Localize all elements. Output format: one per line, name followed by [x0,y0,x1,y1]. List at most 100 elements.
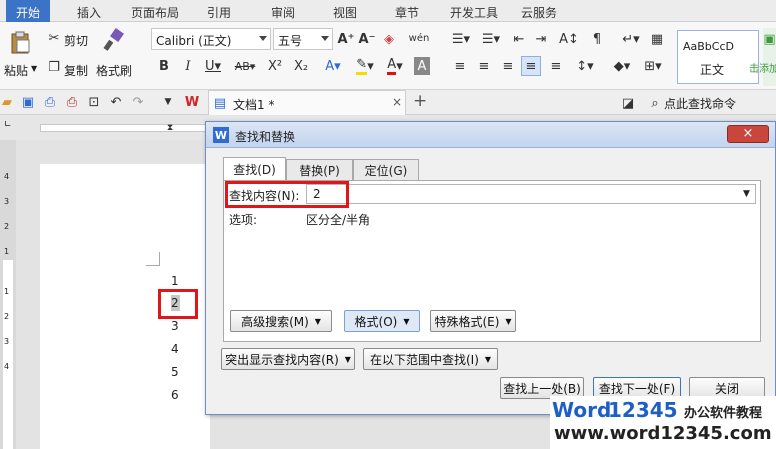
search-icon[interactable]: ⌕ [647,95,663,111]
paste-icon[interactable] [6,30,34,54]
grow-font-icon[interactable]: A⁺ [337,30,355,48]
line-spacing-top-icon[interactable]: ↵▾ [618,30,644,48]
align-right-icon[interactable]: ≡ [499,57,517,75]
shrink-font-icon[interactable]: A⁻ [358,30,376,48]
distribute-icon[interactable]: ≡ [547,57,565,75]
new-tab-button[interactable]: + [413,91,427,111]
dialog-titlebar[interactable]: W 查找和替换 × [206,122,775,148]
special-format-button[interactable]: 特殊格式(E) ▼ [430,310,516,332]
align-left-icon[interactable]: ≡ [451,57,469,75]
page-line[interactable]: 5 [171,365,179,379]
paste-dropdown-icon[interactable]: ▼ [31,64,37,73]
align-center-icon[interactable]: ≡ [475,57,493,75]
format-button[interactable]: 格式(O) ▼ [344,310,420,332]
find-history-dropdown-icon[interactable]: ▼ [743,189,750,199]
show-marks-icon[interactable]: ¶ [588,30,606,48]
tab-home[interactable]: 开始 [6,0,51,22]
tab-cloud[interactable]: 云服务 [521,4,557,21]
vertical-ruler[interactable]: 4 3 2 1 1 2 3 4 [0,140,16,449]
indent-marker-icon[interactable]: ⧗ [165,119,175,137]
redo-icon[interactable]: ↷ [130,94,146,110]
subscript-icon[interactable]: X₂ [292,57,310,75]
format-painter-button[interactable]: 格式刷 [96,62,132,79]
cut-button[interactable]: 剪切 [64,32,88,49]
page-line[interactable]: 6 [171,388,179,402]
italic-icon[interactable]: I [180,57,196,75]
numbering-icon[interactable]: ☰▾ [478,30,504,48]
tab-references[interactable]: 引用 [207,4,231,21]
options-value: 区分全/半角 [306,213,371,227]
new-style-panel[interactable]: ▣ 击添加 [749,28,776,86]
tab-insert[interactable]: 插入 [77,4,101,21]
justify-icon[interactable]: ≡ [521,56,541,76]
highlight-matches-button[interactable]: 突出显示查找内容(R) ▼ [221,348,355,370]
borders-icon[interactable]: ⊞▾ [640,57,666,75]
bullets-icon[interactable]: ☰▾ [448,30,474,48]
char-shading-icon[interactable]: A [414,57,430,75]
page-line[interactable]: 1 [171,274,179,288]
table-icon[interactable]: ▦ [648,30,666,48]
print-preview-icon[interactable]: ⊡ [86,94,102,110]
ribbon-tabbar: 开始 插入 页面布局 引用 审阅 视图 章节 开发工具 云服务 [0,0,776,22]
find-input[interactable]: 2 ▼ [306,184,756,204]
font-color-icon[interactable]: A ▾ [382,57,408,75]
paste-button[interactable]: 粘贴 [4,62,28,79]
format-label: 格式(O) [354,314,398,329]
wps-logo-icon[interactable]: W [182,93,202,111]
tab-developer[interactable]: 开发工具 [450,4,498,21]
underline-icon[interactable]: U▾ [202,57,224,75]
find-in-button[interactable]: 在以下范围中查找(I) ▼ [363,348,498,370]
tab-find[interactable]: 查找(D) [223,157,286,181]
command-search[interactable]: 点此查找命令 [664,95,736,112]
decrease-indent-icon[interactable]: ⇤ [510,30,528,48]
text-effect-icon[interactable]: A▾ [320,57,346,75]
page-line[interactable]: 3 [171,319,179,333]
vruler-number: 2 [4,312,10,321]
document-tab[interactable]: ▤ 文档1 * × [208,90,406,115]
scissors-icon[interactable]: ✂ [46,30,62,46]
pin-icon[interactable]: ◪ [620,95,636,111]
shading-icon[interactable]: ◆▾ [608,57,636,75]
highlight-matches-label: 突出显示查找内容(R) [225,352,339,367]
strikethrough-icon[interactable]: AB▾ [232,57,258,75]
export-pdf-icon[interactable]: ⎙ [42,94,58,110]
highlight-color-icon[interactable]: ✎ ▾ [352,57,378,75]
font-size-select[interactable]: 五号 [273,28,333,50]
copy-icon[interactable]: ❐ [46,59,62,75]
tab-replace[interactable]: 替换(P) [286,159,353,181]
watermark-brand-word: Word [552,398,612,422]
save-icon[interactable]: ▣ [20,94,36,110]
line-spacing-icon[interactable]: ↕▾ [572,57,598,75]
document-tabbar: ▰ ▣ ⎙ ⎙ ⊡ ↶ ↷ ▼ W ▤ 文档1 * × + ◪ ⌕ 点此查找命令 [0,90,776,115]
sort-icon[interactable]: A↕ [556,30,582,48]
style-name: 正文 [700,63,725,77]
advanced-search-button[interactable]: 高级搜索(M) ▼ [230,310,332,332]
bold-icon[interactable]: B [156,57,172,75]
tab-goto[interactable]: 定位(G) [353,159,419,181]
document-tab-close[interactable]: × [392,95,402,109]
copy-button[interactable]: 复制 [64,62,88,79]
clear-format-icon[interactable]: ◈ [380,30,398,48]
format-painter-icon[interactable] [100,28,128,52]
vruler-number: 4 [4,172,10,181]
ruler-track [40,124,210,132]
tab-chapter[interactable]: 章节 [395,4,419,21]
tab-stop-icon[interactable]: ∟ [4,120,12,130]
font-name-select[interactable]: Calibri (正文) [151,28,271,50]
vruler-number: 1 [4,287,10,296]
increase-indent-icon[interactable]: ⇥ [532,30,550,48]
phonetic-icon[interactable]: wén [406,28,432,48]
superscript-icon[interactable]: X² [266,57,284,75]
undo-icon[interactable]: ↶ [108,94,124,110]
dialog-close-button[interactable]: × [727,125,769,143]
special-format-arrow-icon: ▼ [505,316,512,326]
document-tab-title: 文档1 * [233,98,275,112]
style-gallery-normal[interactable]: AaBbCcD 正文 [677,30,759,84]
open-folder-icon[interactable]: ▰ [0,94,14,110]
print-icon[interactable]: ⎙ [64,94,80,110]
tab-review[interactable]: 审阅 [271,4,295,21]
page-line[interactable]: 4 [171,342,179,356]
tab-view[interactable]: 视图 [333,4,357,21]
quick-access-dropdown-icon[interactable]: ▼ [160,94,176,110]
tab-page-layout[interactable]: 页面布局 [131,4,179,21]
